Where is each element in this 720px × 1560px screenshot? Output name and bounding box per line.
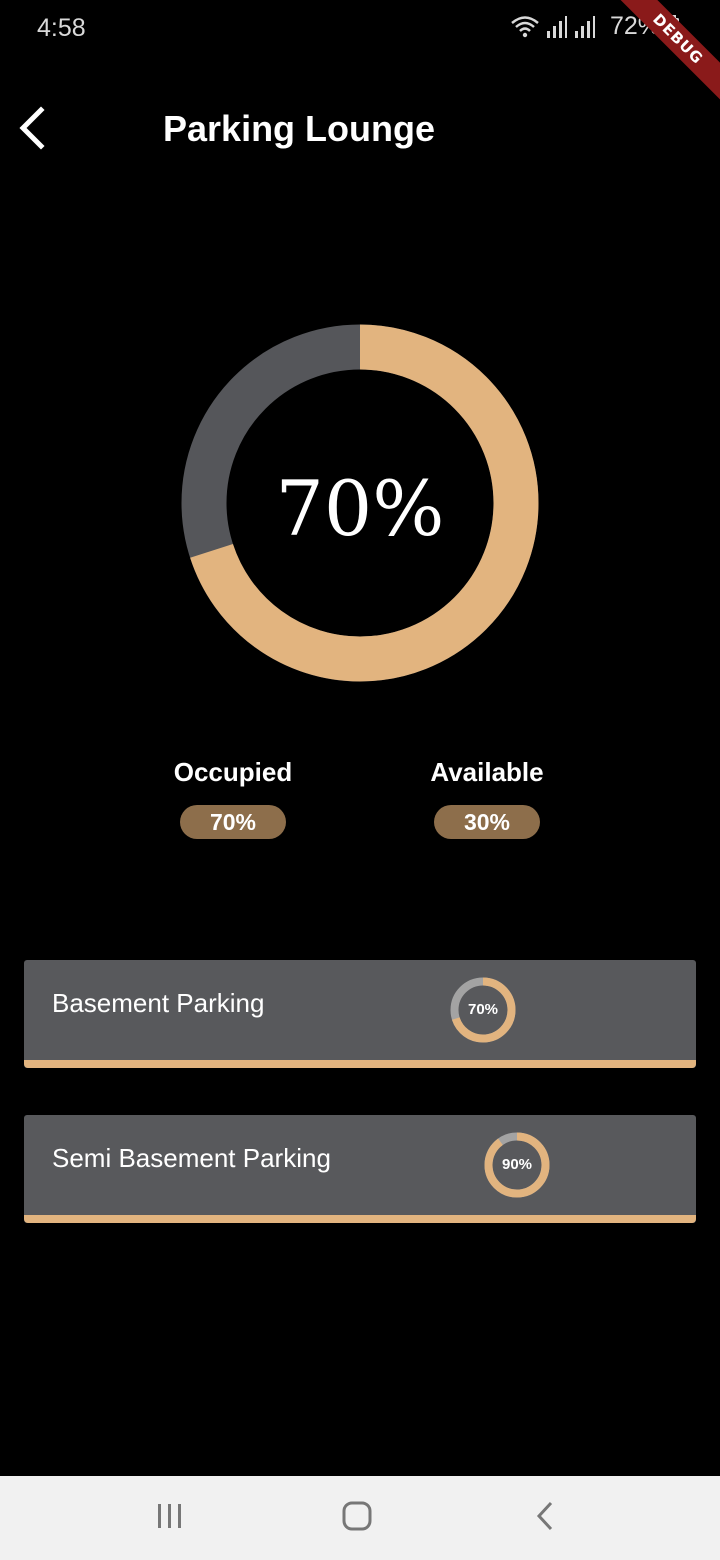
- parking-area-name: Basement Parking: [52, 988, 265, 1018]
- signal-icon: [546, 15, 568, 39]
- back-icon: [534, 1500, 556, 1537]
- parking-area-donut: 90%: [484, 1132, 550, 1198]
- status-time: 4:58: [37, 14, 86, 42]
- recents-icon: [155, 1502, 185, 1535]
- occupancy-percentage: 70%: [275, 463, 445, 553]
- occupied-value-badge: 70%: [180, 805, 286, 839]
- debug-banner: DEBUG: [610, 0, 720, 110]
- occupancy-donut-chart: 70%: [180, 323, 540, 683]
- parking-area-percentage: 70%: [467, 1001, 499, 1018]
- home-icon: [341, 1500, 373, 1537]
- parking-area-name: Semi Basement Parking: [52, 1143, 331, 1173]
- home-button[interactable]: [327, 1496, 387, 1540]
- system-nav-bar: [0, 1476, 720, 1560]
- parking-area-percentage: 90%: [501, 1156, 533, 1173]
- legend-available: Available 30%: [407, 755, 567, 839]
- wifi-icon: [510, 14, 540, 40]
- chevron-left-icon: [17, 105, 47, 155]
- available-value-badge: 30%: [434, 805, 540, 839]
- parking-area-card[interactable]: Basement Parking 70%: [24, 960, 696, 1068]
- debug-label: DEBUG: [612, 0, 720, 105]
- occupied-label: Occupied: [173, 757, 293, 787]
- legend-occupied: Occupied 70%: [153, 755, 313, 839]
- donut-center: 70%: [180, 323, 540, 683]
- signal-icon: [574, 15, 596, 39]
- back-button[interactable]: [10, 104, 54, 156]
- nav-back-button[interactable]: [515, 1496, 575, 1540]
- page-title: Parking Lounge: [163, 108, 436, 149]
- parking-area-donut: 70%: [450, 977, 516, 1043]
- parking-area-card[interactable]: Semi Basement Parking 90%: [24, 1115, 696, 1223]
- recents-button[interactable]: [140, 1496, 200, 1540]
- app-bar: Parking Lounge: [0, 100, 720, 160]
- available-label: Available: [430, 757, 544, 787]
